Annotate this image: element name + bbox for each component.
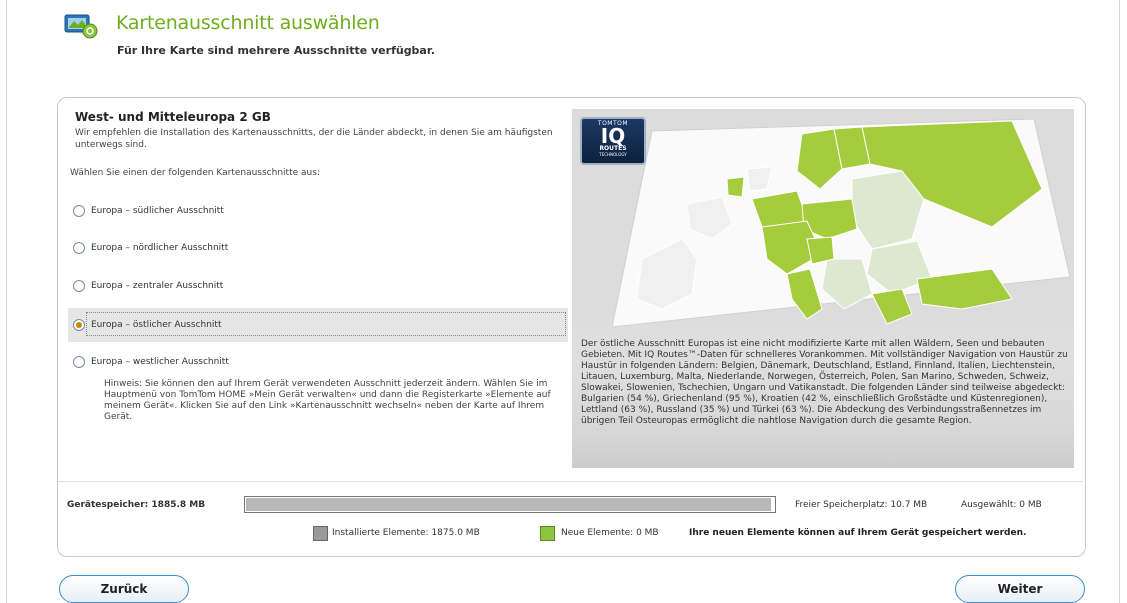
page-subtitle: Für Ihre Karte sind mehrere Ausschnitte …	[117, 44, 435, 57]
radio-icon[interactable]	[73, 356, 85, 368]
divider	[58, 481, 1083, 482]
new-legend-label: Neue Elemente: 0 MB	[561, 528, 659, 538]
installed-legend-label: Installierte Elemente: 1875.0 MB	[332, 528, 480, 538]
next-button[interactable]: Weiter	[955, 575, 1085, 603]
option-north[interactable]: Europa – nördlicher Ausschnitt	[68, 232, 568, 264]
focus-outline	[86, 312, 566, 336]
page-title: Kartenausschnitt auswählen	[116, 12, 380, 34]
option-label: Europa – zentraler Ausschnitt	[91, 281, 224, 291]
option-south[interactable]: Europa – südlicher Ausschnitt	[68, 195, 568, 227]
radio-icon[interactable]	[73, 242, 85, 254]
option-label: Europa – südlicher Ausschnitt	[91, 206, 224, 216]
option-central[interactable]: Europa – zentraler Ausschnitt	[68, 270, 568, 302]
region-title: West- und Mitteleuropa 2 GB	[75, 110, 271, 124]
radio-icon-selected[interactable]	[73, 319, 85, 331]
option-west[interactable]: Europa – westlicher Ausschnitt	[68, 346, 568, 378]
storage-used-fill	[246, 498, 771, 511]
save-note: Ihre neuen Elemente können auf Ihrem Ger…	[689, 528, 1027, 538]
option-east[interactable]: Europa – östlicher Ausschnitt	[68, 308, 568, 342]
device-storage-label: Gerätespeicher: 1885.8 MB	[67, 500, 206, 510]
radio-icon[interactable]	[73, 280, 85, 292]
storage-bar	[244, 496, 776, 513]
window-border-right	[1119, 0, 1120, 603]
selected-size-label: Ausgewählt: 0 MB	[961, 500, 1042, 510]
option-label: Europa – nördlicher Ausschnitt	[91, 243, 229, 253]
map-description: Der östliche Ausschnitt Europas ist eine…	[581, 339, 1068, 426]
radio-icon[interactable]	[73, 205, 85, 217]
hint-text: Hinweis: Sie können den auf Ihrem Gerät …	[104, 379, 551, 422]
installed-legend-swatch	[313, 526, 328, 541]
new-legend-swatch	[540, 526, 555, 541]
window-border-left	[6, 0, 7, 603]
back-button[interactable]: Zurück	[59, 575, 189, 603]
region-description: Wir empfehlen die Installation des Karte…	[75, 128, 553, 150]
choose-label: Wählen Sie einen der folgenden Kartenaus…	[70, 168, 320, 178]
iq-routes-logo: TOMTOM IQ ROUTES TECHNOLOGY	[580, 117, 646, 165]
free-space-label: Freier Speicherplatz: 10.7 MB	[795, 500, 928, 510]
map-section-icon	[64, 13, 98, 39]
option-label: Europa – westlicher Ausschnitt	[91, 357, 229, 367]
